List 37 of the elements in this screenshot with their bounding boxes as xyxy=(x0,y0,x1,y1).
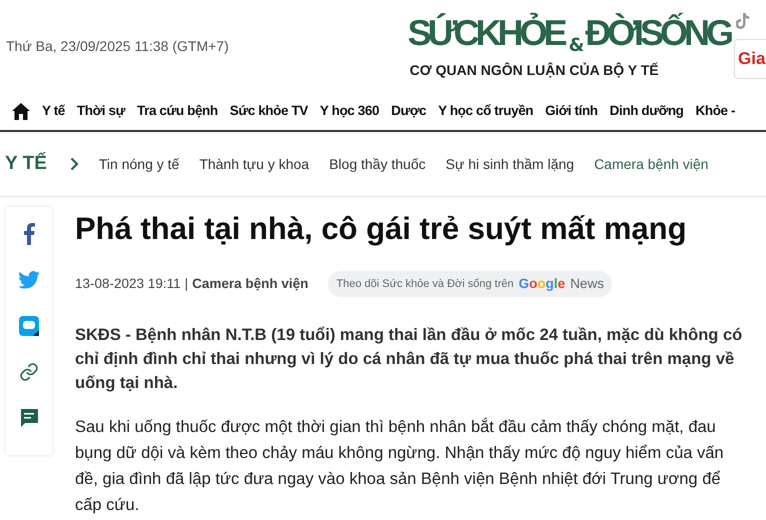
partner-logo[interactable]: Gia xyxy=(734,39,766,79)
comment-icon[interactable] xyxy=(19,408,39,428)
follow-news-button[interactable]: Theo dõi Sức khỏe và Đời sống trên Google News xyxy=(328,271,612,297)
nav-item[interactable]: Dược xyxy=(391,100,426,122)
nav-item[interactable]: Sức khỏe TV xyxy=(230,100,308,122)
chat-app-icon[interactable] xyxy=(19,316,39,336)
category-link[interactable]: Camera bệnh viện xyxy=(192,274,308,294)
nav-item[interactable]: Khỏe - xyxy=(696,100,736,122)
nav-item[interactable]: Tra cứu bệnh xyxy=(137,100,218,122)
article-title: Phá thai tại nhà, cô gái trẻ suýt mất mạng xyxy=(75,210,688,248)
nav-item[interactable]: Giới tính xyxy=(545,100,598,122)
article-date: 13-08-2023 19:11 xyxy=(75,274,181,293)
logo-text: SỨCKHỎE xyxy=(408,11,566,55)
subnav-link[interactable]: Thành tựu y khoa xyxy=(199,154,310,174)
nav-item[interactable]: Y học cổ truyền xyxy=(438,100,534,122)
music-note-icon[interactable] xyxy=(736,13,750,29)
chevron-right-icon xyxy=(70,157,79,171)
facebook-icon[interactable] xyxy=(23,223,35,245)
logo-text: ĐỜISỐNG xyxy=(585,11,732,55)
subnav-link[interactable]: Sự hi sinh thầm lặng xyxy=(446,154,574,174)
home-icon[interactable] xyxy=(12,102,30,120)
article-paragraph: Sau khi uống thuốc được một thời gian thì bệnh nhân bắt đầu cảm thấy chóng mặt, đau bụng dữ dội và kèm theo chảy máu không ngừng. Nhận thấy mức độ nguy hiểm của vấn đề, gia đình đã lập tức đưa ngay vào khoa sản Bệnh viện Bệnh nhiệt đới Trung ương để cấp cứu. xyxy=(75,416,725,516)
logo-ampersand: & xyxy=(568,37,584,55)
subnav-link[interactable]: Blog thầy thuốc xyxy=(329,154,426,174)
link-icon[interactable] xyxy=(19,362,39,382)
nav-item[interactable]: Y tế xyxy=(42,100,65,122)
meta-separator: | xyxy=(184,274,188,293)
subnav-link[interactable]: Tin nóng y tế xyxy=(98,154,180,174)
subnav-link[interactable]: Camera bệnh viện xyxy=(594,154,708,174)
nav-item[interactable]: Thời sự xyxy=(76,100,125,122)
logo-tagline: CƠ QUAN NGÔN LUẬN CỦA BỘ Y TẾ xyxy=(410,61,659,80)
date-text: Thứ Ba, 23/09/2025 11:38 (GTM+7) xyxy=(6,36,230,56)
nav-item[interactable]: Y học 360 xyxy=(320,100,380,122)
section-title[interactable]: Y TẾ xyxy=(5,150,47,178)
nav-item[interactable]: Dinh dưỡng xyxy=(610,100,684,122)
article-lead: SKĐS - Bệnh nhân N.T.B (19 tuổi) mang thai lần đầu ở mốc 24 tuần, mặc dù không có chỉ định đình chỉ thai nhưng vì lý do cá nhân đã tự mua thuốc phá thai trên mạng về uống tại nhà. xyxy=(75,325,744,394)
bird-icon[interactable] xyxy=(18,271,40,289)
